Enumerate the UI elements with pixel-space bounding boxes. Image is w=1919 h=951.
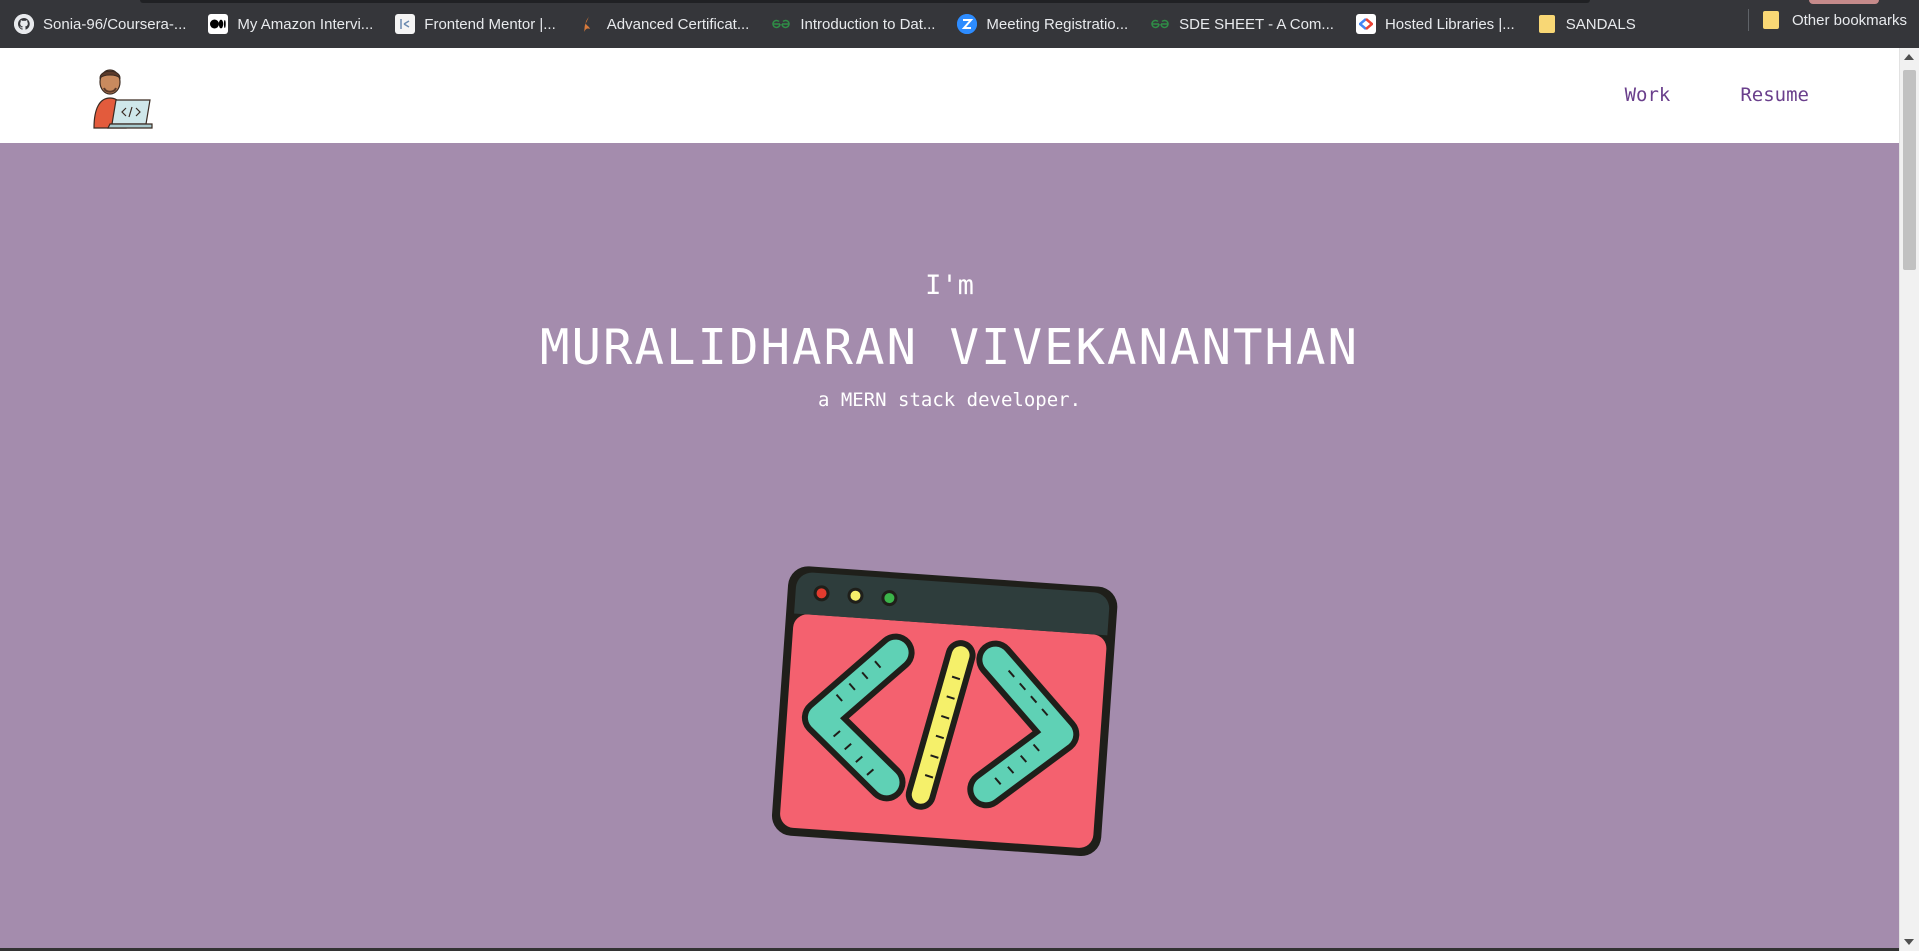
- github-icon: [14, 14, 34, 34]
- hero-name: MURALIDHARAN VIVEKANANTHAN: [539, 319, 1359, 376]
- upgrad-icon: [578, 14, 598, 34]
- bookmark-label: SANDALS: [1565, 15, 1636, 33]
- bookmark-gfg-sde[interactable]: SDE SHEET - A Com...: [1150, 9, 1334, 39]
- bookmark-label: Frontend Mentor |...: [424, 15, 556, 33]
- nav-link-work[interactable]: Work: [1625, 84, 1671, 106]
- bookmark-medium[interactable]: My Amazon Intervi...: [208, 9, 373, 39]
- folder-icon: [1537, 14, 1557, 34]
- bookmark-gfg-intro[interactable]: Introduction to Dat...: [771, 9, 935, 39]
- google-icon: [1355, 14, 1376, 34]
- bookmark-label: SDE SHEET - A Com...: [1179, 15, 1334, 33]
- nav-link-resume[interactable]: Resume: [1740, 84, 1809, 106]
- other-bookmarks-label: Other bookmarks: [1791, 11, 1907, 29]
- scroll-up-arrow-icon[interactable]: [1904, 54, 1914, 60]
- geeksforgeeks-icon: [771, 14, 791, 34]
- bookmark-separator: [1747, 9, 1749, 31]
- profile-button-edge[interactable]: [1809, 0, 1879, 4]
- bookmark-folder-sandals[interactable]: SANDALS: [1537, 9, 1636, 39]
- medium-icon: [208, 14, 229, 34]
- folder-icon: [1762, 10, 1783, 30]
- bookmark-label: Meeting Registratio...: [986, 15, 1129, 33]
- zoom-icon: [957, 14, 978, 34]
- other-bookmarks[interactable]: Other bookmarks: [1738, 9, 1907, 31]
- bookmark-label: Introduction to Dat...: [800, 15, 936, 33]
- scroll-down-arrow-icon[interactable]: [1904, 939, 1914, 945]
- developer-avatar-logo[interactable]: [90, 62, 158, 130]
- geeksforgeeks-icon: [1150, 14, 1170, 34]
- bookmark-upgrad[interactable]: Advanced Certificat...: [578, 9, 750, 39]
- frontend-mentor-icon: [395, 14, 416, 34]
- bookmark-label: Advanced Certificat...: [606, 15, 750, 33]
- scrollbar-thumb[interactable]: [1903, 70, 1916, 270]
- code-window-illustration: [752, 546, 1132, 866]
- bookmarks-bar: Sonia-96/Coursera-... My Amazon Intervi.…: [0, 0, 1919, 48]
- hero-role: a MERN stack developer.: [817, 389, 1082, 411]
- bookmark-frontend-mentor[interactable]: Frontend Mentor |...: [395, 9, 556, 39]
- site-navbar: Work Resume: [0, 48, 1899, 143]
- bookmark-label: My Amazon Intervi...: [237, 15, 374, 33]
- hero-intro: I'm: [925, 270, 974, 301]
- page-scrollbar[interactable]: [1899, 48, 1919, 951]
- bookmark-hosted-libraries[interactable]: Hosted Libraries |...: [1355, 9, 1515, 39]
- bookmark-label: Sonia-96/Coursera-...: [43, 15, 187, 33]
- bookmark-zoom[interactable]: Meeting Registratio...: [957, 9, 1128, 39]
- bookmark-github[interactable]: Sonia-96/Coursera-...: [14, 9, 186, 39]
- tab-strip-edge: [140, 0, 1590, 3]
- bookmark-label: Hosted Libraries |...: [1384, 15, 1515, 33]
- hero-section: I'm MURALIDHARAN VIVEKANANTHAN a MERN st…: [0, 143, 1899, 951]
- nav-links: Work Resume: [1625, 84, 1809, 106]
